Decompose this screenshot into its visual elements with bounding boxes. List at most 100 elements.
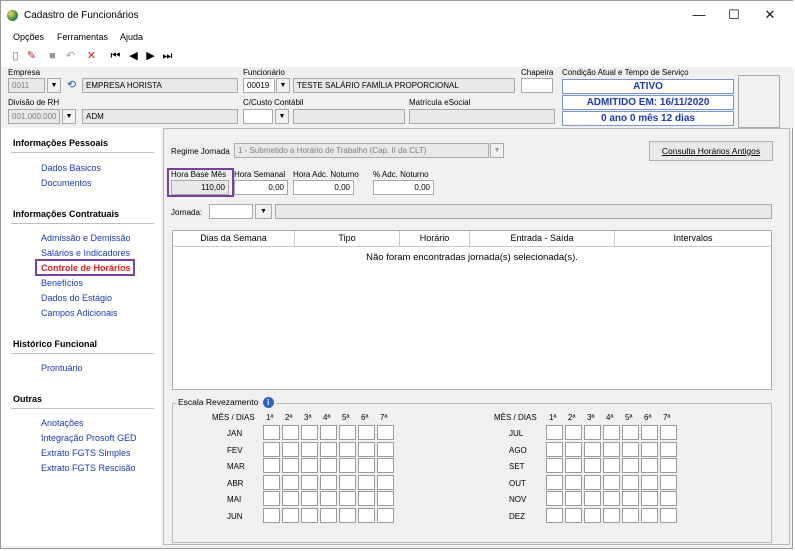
escala-cell-dez-7[interactable]	[660, 507, 677, 523]
escala-cell-mar-4[interactable]	[320, 458, 337, 473]
escala-cell-jun-2[interactable]	[282, 507, 299, 523]
escala-cell-jul-2[interactable]	[565, 425, 582, 440]
escala-cell-mai-6[interactable]	[358, 491, 375, 506]
escala-cell-mar-2[interactable]	[282, 458, 299, 473]
empresa-code-field[interactable]: 0011	[8, 78, 45, 93]
escala-cell-jan-3[interactable]	[301, 425, 318, 440]
matricula-field[interactable]	[409, 109, 555, 124]
divisao-code-field[interactable]: 001.000.000	[8, 109, 60, 124]
menu-ajuda[interactable]: Ajuda	[120, 32, 143, 42]
consulta-horarios-antigos-button[interactable]: Consulta Horários Antigos	[649, 141, 773, 161]
custo-dropdown[interactable]: ▼	[275, 109, 289, 124]
perc-adc-noturno-field[interactable]: 0,00	[373, 180, 434, 195]
hora-base-field[interactable]: 110,00	[171, 180, 229, 195]
escala-cell-fev-1[interactable]	[263, 441, 280, 457]
info-icon[interactable]: i	[262, 397, 274, 408]
escala-cell-jun-1[interactable]	[263, 507, 280, 523]
escala-cell-mai-3[interactable]	[301, 491, 318, 506]
undo-icon[interactable]: ↶	[64, 50, 77, 63]
escala-cell-jul-4[interactable]	[603, 425, 620, 440]
escala-cell-nov-7[interactable]	[660, 491, 677, 506]
escala-cell-mar-6[interactable]	[358, 458, 375, 473]
sidebar-item-campos-adicionais[interactable]: Campos Adicionais	[41, 308, 118, 318]
first-record-icon[interactable]: ⏮	[109, 50, 122, 63]
next-record-icon[interactable]: ▶	[144, 50, 157, 63]
escala-cell-ago-2[interactable]	[565, 441, 582, 457]
escala-cell-dez-1[interactable]	[546, 507, 563, 523]
escala-cell-jun-7[interactable]	[377, 507, 394, 523]
escala-cell-jan-1[interactable]	[263, 425, 280, 440]
custo-code-field[interactable]	[243, 109, 273, 124]
escala-cell-set-4[interactable]	[603, 458, 620, 473]
escala-cell-jul-3[interactable]	[584, 425, 601, 440]
escala-cell-ago-3[interactable]	[584, 441, 601, 457]
escala-cell-mar-7[interactable]	[377, 458, 394, 473]
escala-cell-nov-3[interactable]	[584, 491, 601, 506]
funcionario-dropdown[interactable]: ▼	[276, 78, 290, 93]
delete-icon[interactable]: ✕	[85, 50, 98, 63]
maximize-button[interactable]: ☐	[726, 7, 742, 23]
escala-cell-jan-4[interactable]	[320, 425, 337, 440]
escala-cell-nov-6[interactable]	[641, 491, 658, 506]
sidebar-item-anotacoes[interactable]: Anotações	[41, 418, 84, 428]
escala-cell-nov-4[interactable]	[603, 491, 620, 506]
escala-cell-dez-2[interactable]	[565, 507, 582, 523]
sidebar-item-salarios-indicadores[interactable]: Salários e Indicadores	[41, 248, 130, 258]
escala-cell-abr-1[interactable]	[263, 474, 280, 490]
escala-cell-out-1[interactable]	[546, 474, 563, 490]
escala-cell-jul-7[interactable]	[660, 425, 677, 440]
last-record-icon[interactable]: ⏭	[161, 50, 174, 63]
escala-cell-set-1[interactable]	[546, 458, 563, 473]
escala-cell-jan-7[interactable]	[377, 425, 394, 440]
escala-cell-dez-4[interactable]	[603, 507, 620, 523]
regime-dropdown[interactable]: ▼	[490, 143, 504, 158]
divisao-dropdown[interactable]: ▼	[62, 109, 76, 124]
escala-cell-out-2[interactable]	[565, 474, 582, 490]
escala-cell-jan-2[interactable]	[282, 425, 299, 440]
escala-cell-set-5[interactable]	[622, 458, 639, 473]
escala-cell-jun-6[interactable]	[358, 507, 375, 523]
escala-cell-jun-5[interactable]	[339, 507, 356, 523]
escala-cell-fev-3[interactable]	[301, 441, 318, 457]
menu-opcoes[interactable]: Opções	[13, 32, 44, 42]
escala-cell-out-3[interactable]	[584, 474, 601, 490]
escala-cell-fev-5[interactable]	[339, 441, 356, 457]
escala-cell-nov-2[interactable]	[565, 491, 582, 506]
new-document-icon[interactable]: ▯	[9, 50, 22, 63]
escala-cell-set-2[interactable]	[565, 458, 582, 473]
escala-cell-ago-4[interactable]	[603, 441, 620, 457]
empresa-dropdown[interactable]: ▼	[47, 78, 61, 93]
escala-cell-abr-3[interactable]	[301, 474, 318, 490]
sidebar-item-admissao-demissao[interactable]: Admissão e Demissão	[41, 233, 131, 243]
escala-cell-mar-3[interactable]	[301, 458, 318, 473]
minimize-button[interactable]: —	[691, 7, 707, 23]
escala-cell-mar-1[interactable]	[263, 458, 280, 473]
escala-cell-fev-2[interactable]	[282, 441, 299, 457]
sidebar-item-documentos[interactable]: Documentos	[41, 178, 92, 188]
sidebar-item-beneficios[interactable]: Benefícios	[41, 278, 83, 288]
escala-cell-mai-7[interactable]	[377, 491, 394, 506]
escala-cell-set-6[interactable]	[641, 458, 658, 473]
escala-cell-mai-5[interactable]	[339, 491, 356, 506]
escala-cell-mai-2[interactable]	[282, 491, 299, 506]
escala-cell-ago-7[interactable]	[660, 441, 677, 457]
sidebar-item-integracao-ged[interactable]: Integração Prosoft GED	[41, 433, 137, 443]
escala-cell-dez-3[interactable]	[584, 507, 601, 523]
menu-ferramentas[interactable]: Ferramentas	[57, 32, 108, 42]
escala-cell-dez-5[interactable]	[622, 507, 639, 523]
escala-cell-dez-6[interactable]	[641, 507, 658, 523]
column-tipo[interactable]: Tipo	[295, 231, 400, 247]
escala-cell-jul-1[interactable]	[546, 425, 563, 440]
escala-cell-jun-3[interactable]	[301, 507, 318, 523]
employee-photo[interactable]	[738, 75, 780, 128]
regime-select[interactable]: 1 - Submetido a Horário de Trabalho (Cap…	[234, 143, 489, 158]
escala-cell-out-7[interactable]	[660, 474, 677, 490]
escala-cell-fev-6[interactable]	[358, 441, 375, 457]
escala-cell-out-6[interactable]	[641, 474, 658, 490]
hora-adc-noturno-field[interactable]: 0,00	[293, 180, 354, 195]
escala-cell-nov-1[interactable]	[546, 491, 563, 506]
escala-cell-abr-6[interactable]	[358, 474, 375, 490]
chapeira-field[interactable]	[521, 78, 553, 93]
jornada-code-field[interactable]	[209, 204, 253, 219]
sidebar-item-extrato-fgts-simples[interactable]: Extrato FGTS Simples	[41, 448, 131, 458]
